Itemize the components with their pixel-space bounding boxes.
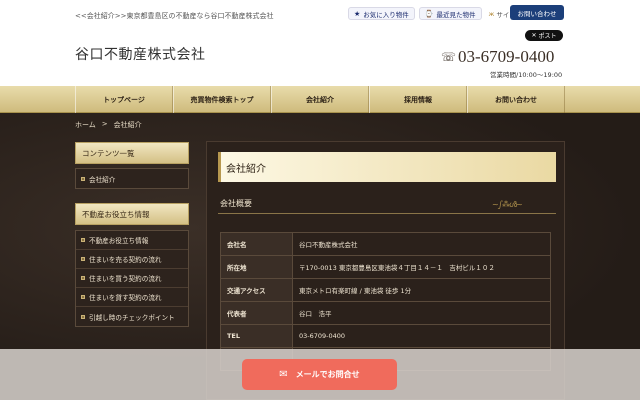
table-value: 03-6709-0400 — [292, 324, 551, 348]
phone-icon: ☏ — [441, 49, 457, 64]
sidebar-contents-heading: コンテンツ一覧 — [75, 142, 189, 164]
sidebar-item-label: 不動産お役立ち情報 — [89, 237, 149, 245]
table-row: TEL 03-6709-0400 — [220, 324, 551, 348]
bullet-icon — [81, 314, 85, 319]
table-key: 代表者 — [220, 301, 293, 325]
company-logo[interactable]: 谷口不動産株式会社 — [75, 44, 206, 64]
table-row: 会社名 谷口不動産株式会社 — [220, 232, 551, 256]
sidebar-item-sell-flow[interactable]: 住まいを売る契約の流れ — [76, 250, 188, 269]
breadcrumb-home[interactable]: ホーム — [75, 120, 96, 130]
header-links: ★ お気に入り物件 ⌚ 最近見た物件 ж サイトマップ — [348, 7, 535, 20]
nav-item-sale-search[interactable]: 売買物件検索トップ — [173, 86, 271, 113]
breadcrumb-separator: > — [101, 120, 108, 128]
sitemap-icon: ж — [488, 9, 495, 18]
sidebar-item-label: 引越し時のチェックポイント — [89, 313, 175, 322]
table-row: 所在地 〒170-0013 東京都豊島区東池袋４丁目１４－１ 吉村ビル１０２ — [220, 255, 551, 279]
breadcrumb: ホーム > 会社紹介 — [75, 120, 142, 130]
x-icon: ✕ — [531, 32, 537, 39]
recent-button[interactable]: ⌚ 最近見た物件 — [418, 7, 482, 20]
main-nav: トップページ 売買物件検索トップ 会社紹介 採用情報 お問い合わせ — [0, 86, 640, 113]
favorites-label: お気に入り物件 — [363, 10, 409, 19]
header-contact-button[interactable]: お問い合わせ — [510, 5, 564, 20]
mail-contact-button[interactable]: ✉ メールでお問合せ — [242, 359, 397, 390]
nav-item-recruit[interactable]: 採用情報 — [369, 86, 467, 113]
favorites-button[interactable]: ★ お気に入り物件 — [348, 7, 415, 20]
x-post-button[interactable]: ✕ ポスト — [525, 30, 563, 41]
bullet-icon — [81, 238, 85, 242]
business-hours: 営業時間/10:00〜19:00 — [490, 71, 563, 79]
mail-contact-label: メールでお問合せ — [295, 370, 360, 379]
ornament-icon: ~ഽ⁂ൾ~ — [492, 200, 523, 209]
header-phone: ☏ 03-6709-0400 — [441, 47, 554, 67]
sidebar-item-label: 住まいを買う契約の流れ — [89, 275, 162, 283]
table-value: 谷口 浩平 — [292, 301, 551, 325]
sidebar-item-label: 住まいを貸す契約の流れ — [89, 294, 162, 302]
mail-icon: ✉ — [279, 369, 288, 380]
bullet-icon — [81, 276, 85, 280]
table-value: 〒170-0013 東京都豊島区東池袋４丁目１４－１ 吉村ビル１０２ — [292, 255, 551, 279]
bullet-icon — [81, 295, 85, 299]
x-post-label: ポスト — [538, 33, 557, 40]
header-breadcrumb[interactable]: <<会社紹介>>東京都豊島区の不動産なら谷口不動産株式会社 — [75, 11, 273, 21]
sidebar-item-label: 住まいを売る契約の流れ — [89, 256, 162, 264]
bullet-icon — [81, 176, 85, 181]
nav-item-company[interactable]: 会社紹介 — [271, 86, 369, 113]
clock-icon: ⌚ — [424, 9, 434, 18]
breadcrumb-current: 会社紹介 — [113, 121, 142, 129]
sidebar-item-company[interactable]: 会社紹介 — [76, 169, 188, 188]
table-value: 東京メトロ有楽町線 / 東池袋 徒歩 1分 — [292, 278, 551, 302]
table-row: 代表者 谷口 浩平 — [220, 301, 551, 325]
sidebar-item-label: 会社紹介 — [89, 175, 116, 184]
nav-item-top[interactable]: トップページ — [75, 86, 173, 113]
section-title: 会社概要 — [220, 199, 252, 208]
nav-item-contact[interactable]: お問い合わせ — [467, 86, 565, 113]
table-key: TEL — [220, 324, 293, 348]
sidebar-contents-list: 会社紹介 — [75, 168, 189, 189]
table-key: 所在地 — [220, 255, 293, 279]
table-row: 交通アクセス 東京メトロ有楽町線 / 東池袋 徒歩 1分 — [220, 278, 551, 302]
bullet-icon — [81, 257, 85, 261]
sidebar-item-buy-flow[interactable]: 住まいを買う契約の流れ — [76, 269, 188, 288]
table-key: 交通アクセス — [220, 278, 293, 302]
phone-number: 03-6709-0400 — [458, 47, 555, 66]
star-icon: ★ — [354, 9, 361, 18]
table-key: 会社名 — [220, 232, 293, 256]
recent-label: 最近見た物件 — [436, 10, 476, 19]
table-value: 谷口不動産株式会社 — [292, 232, 551, 256]
sidebar-item-rent-flow[interactable]: 住まいを貸す契約の流れ — [76, 288, 188, 307]
page-title: 会社紹介 — [218, 152, 556, 182]
sidebar-tips-list: 不動産お役立ち情報 住まいを売る契約の流れ 住まいを買う契約の流れ 住まいを貸す… — [75, 230, 189, 327]
sidebar-tips-heading: 不動産お役立ち情報 — [75, 203, 189, 225]
site-header: <<会社紹介>>東京都豊島区の不動産なら谷口不動産株式会社 ★ お気に入り物件 … — [0, 0, 640, 86]
section-divider — [218, 213, 556, 214]
sidebar-item-tips[interactable]: 不動産お役立ち情報 — [76, 231, 188, 250]
sidebar-item-moving-checklist[interactable]: 引越し時のチェックポイント — [76, 307, 188, 326]
